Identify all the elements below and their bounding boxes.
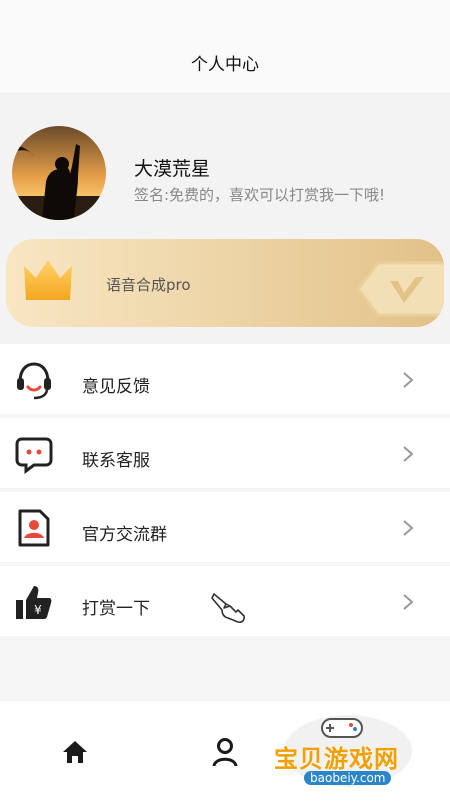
chevron-right-icon [403, 372, 414, 388]
menu-label-tip: 打赏一下 [82, 599, 150, 619]
menu-item-customer-service[interactable]: 联系客服 [0, 418, 450, 488]
vip-card[interactable]: 语音合成pro [6, 239, 444, 327]
chevron-right-icon [403, 446, 414, 462]
watermark-domain: baobeiy.com [304, 771, 392, 785]
username: 大漠荒星 [134, 158, 211, 180]
watermark: 宝贝游戏网 baobeiy.com [272, 709, 422, 791]
menu-label-feedback: 意见反馈 [82, 377, 150, 397]
contact-card-icon [18, 509, 50, 547]
svg-text:¥: ¥ [34, 603, 42, 617]
chat-bubble-icon [15, 437, 53, 474]
menu-label-customer-service: 联系客服 [82, 451, 150, 471]
vip-label: 语音合成pro [106, 276, 191, 294]
tab-bar: 宝贝游戏网 baobeiy.com [0, 700, 450, 801]
page-title: 个人中心 [191, 55, 259, 75]
headset-icon [17, 362, 51, 400]
profile-section: 大漠荒星 签名:免费的，喜欢可以打赏我一下哦! 语音合成pro [0, 94, 450, 344]
watermark-text: 宝贝游戏网 [274, 745, 399, 773]
v-badge-icon [356, 261, 444, 317]
thumbs-up-yen-icon: ¥ [16, 586, 52, 619]
menu-list: 意见反馈 联系客服 官方交流群 ¥ 打赏一下 [0, 344, 450, 640]
menu-label-official-group: 官方交流群 [82, 525, 167, 545]
chevron-right-icon [403, 594, 414, 610]
avatar[interactable] [12, 126, 106, 220]
signature: 签名:免费的，喜欢可以打赏我一下哦! [134, 186, 386, 204]
chevron-right-icon [403, 520, 414, 536]
crown-icon [24, 260, 72, 300]
game-controller-icon [321, 718, 363, 738]
menu-item-official-group[interactable]: 官方交流群 [0, 492, 450, 562]
pointing-hand-icon [211, 593, 245, 623]
home-icon[interactable] [62, 739, 88, 765]
header: 个人中心 [0, 0, 450, 94]
user-icon[interactable] [212, 737, 238, 767]
menu-item-feedback[interactable]: 意见反馈 [0, 344, 450, 414]
